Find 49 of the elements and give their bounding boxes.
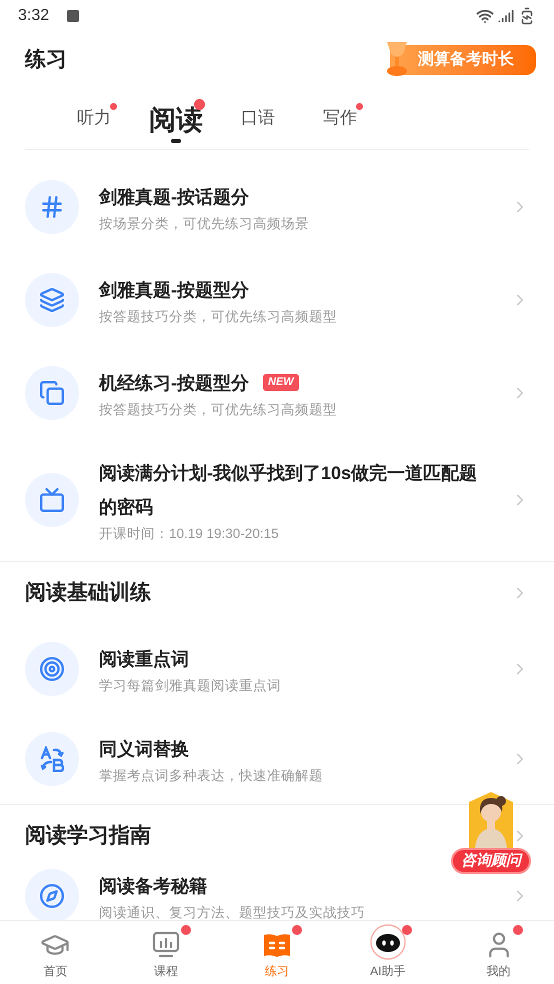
trophy-icon [384,40,410,78]
wifi-icon [476,7,494,25]
notification-icon [67,10,80,22]
compass-icon [39,883,65,909]
advisor-label: 咨询顾问 [451,848,531,874]
tab-indicator [171,139,181,143]
item-subtitle: 学习每篇剑雅真题阅读重点词 [99,677,282,695]
letters-swap-icon [39,746,65,772]
target-icon [39,656,65,682]
nav-tab[interactable]: 我的 [443,921,554,984]
tab[interactable]: 阅读 [139,103,213,149]
tab[interactable]: 听力 [57,101,131,149]
signal-icon [498,8,514,24]
list-item[interactable]: 剑雅真题-按题型分 按答题技巧分类，可优先练习高频题型 [99,272,503,326]
item-title: 机经练习-按题型分 [99,372,250,394]
item-subtitle: 掌握考点词多种表达，快速准确解题 [99,767,324,785]
section-title: 阅读基础训练 [25,580,152,606]
hash-icon [39,194,65,220]
tab[interactable]: 写作 [303,101,377,149]
item-subtitle: 按答题技巧分类，可优先练习高频题型 [99,308,338,326]
robot-avatar-icon [370,924,406,960]
item-title: 剑雅真题-按话题分 [99,186,250,208]
list-item[interactable]: 剑雅真题-按话题分 按场景分类，可优先练习高频场景 [99,180,503,234]
page-title: 练习 [25,47,67,74]
tab[interactable]: 口语 [221,101,295,149]
item-title: 同义词替换 [99,738,190,761]
item-subtitle: 按场景分类，可优先练习高频场景 [99,214,310,232]
item-subtitle: 阅读通识、复习方法、题型技巧及实战技巧 [99,904,366,920]
monitor-chart-icon [151,930,182,960]
item-title: 阅读重点词 [99,648,190,671]
item-title: 剑雅真题-按题型分 [99,278,250,302]
item-title: 阅读满分计划-我似乎找到了10s做完一道匹配题的密码 [99,462,478,519]
list-item[interactable]: 机经练习-按题型分 NEW 按答题技巧分类，可优先练习高频题型 [99,366,503,420]
list-item[interactable]: 同义词替换 掌握考点词多种表达，快速准确解题 [99,732,503,786]
advisor-widget[interactable]: 咨询顾问 [450,792,532,874]
nav-tab[interactable]: 首页 [0,921,111,984]
status-time: 3:32 [18,6,50,26]
layers-icon [39,286,65,312]
item-subtitle: 开课时间：10.19 19:30-20:15 [99,525,280,543]
list-item[interactable]: 阅读满分计划-我似乎找到了10s做完一道匹配题的密码 开课时间：10.19 19:30-20:15 [99,456,503,544]
item-title: 阅读备考秘籍 [99,875,208,898]
new-badge: NEW [263,374,299,391]
list-item[interactable]: 阅读重点词 学习每篇剑雅真题阅读重点词 [99,642,503,696]
nav-tab[interactable]: 课程 [110,921,222,984]
copy-icon [39,380,65,406]
item-subtitle: 按答题技巧分类，可优先练习高频题型 [99,400,338,418]
tv-icon [39,487,65,513]
nav-tab[interactable]: AI助手 [332,921,444,984]
section-title: 阅读学习指南 [25,823,152,850]
